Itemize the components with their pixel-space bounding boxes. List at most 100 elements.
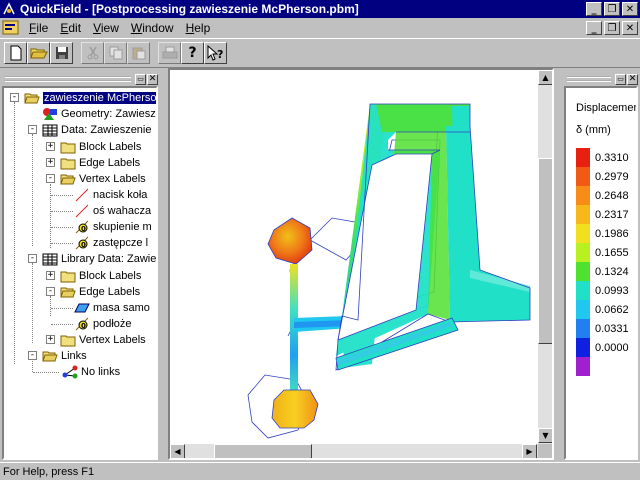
legend-swatch (576, 281, 590, 300)
status-text: For Help, press F1 (3, 465, 95, 478)
red-line-icon (74, 204, 90, 218)
horizontal-scroll-thumb[interactable] (214, 444, 312, 458)
legend-entry (576, 357, 595, 376)
lower-wheel (271, 389, 319, 429)
legend-swatch (576, 262, 590, 281)
paste-icon[interactable] (127, 42, 150, 64)
menu-window[interactable]: Window (125, 21, 180, 35)
legend-pane-close-button[interactable]: ✕ (627, 73, 638, 85)
legend-swatch (576, 338, 590, 357)
problem-tree[interactable]: - zawieszenie McPherson Geometry: Zawies… (2, 86, 158, 460)
vertical-scroll-thumb[interactable] (538, 158, 552, 344)
legend-value: 0.1655 (595, 246, 629, 259)
close-button[interactable]: ✕ (622, 2, 638, 16)
open-folder-icon (60, 285, 76, 299)
tree-vertex-label-1[interactable]: nacisk koła (74, 187, 147, 203)
tree-root-node[interactable]: - zawieszenie McPherson (8, 90, 156, 106)
menu-help[interactable]: Help (180, 21, 217, 35)
collapse-icon[interactable]: - (28, 125, 37, 134)
doc-close-button[interactable]: ✕ (622, 21, 638, 35)
legend-entry: 0.0000 (576, 338, 629, 357)
quickfield-app-icon[interactable] (1, 1, 17, 17)
collapse-icon[interactable]: - (46, 174, 55, 183)
legend-swatch (576, 167, 590, 186)
tree-data-edge-labels[interactable]: + Edge Labels (44, 155, 140, 171)
scroll-right-arrow-icon[interactable]: ▶ (522, 444, 537, 458)
open-folder-icon[interactable] (27, 42, 50, 64)
legend-pane-header[interactable]: ▭ ✕ (564, 73, 638, 85)
tree-lib-vertex-labels[interactable]: + Vertex Labels (44, 332, 146, 348)
legend-entry: 0.0662 (576, 300, 629, 319)
edge-label-icon (74, 301, 90, 315)
new-document-icon[interactable] (4, 42, 27, 64)
scissors-icon[interactable] (81, 42, 104, 64)
tree-lib-edge-labels[interactable]: - Edge Labels (44, 284, 140, 300)
tree-data-block-labels[interactable]: + Block Labels (44, 139, 141, 155)
legend-entry: 0.1655 (576, 243, 629, 262)
folder-icon (60, 156, 76, 170)
postprocessing-view[interactable]: ▲ ▼ ◀ ▶ (168, 68, 554, 460)
copy-icon[interactable] (104, 42, 127, 64)
legend-entry: 0.0331 (576, 319, 629, 338)
save-disk-icon[interactable] (50, 42, 73, 64)
scroll-up-arrow-icon[interactable]: ▲ (538, 70, 552, 85)
scroll-left-arrow-icon[interactable]: ◀ (170, 444, 185, 458)
collapse-icon[interactable]: - (46, 287, 55, 296)
menu-file[interactable]: File (23, 21, 54, 35)
doc-minimize-button[interactable]: _ (586, 21, 602, 35)
legend-swatch (576, 319, 590, 338)
tree-library-node[interactable]: - Library Data: Zawie (26, 251, 156, 267)
legend-swatch (576, 300, 590, 319)
tree-root-label: zawieszenie McPherson (43, 92, 156, 104)
collapse-icon[interactable]: - (28, 254, 37, 263)
expand-icon[interactable]: + (46, 158, 55, 167)
context-help-icon[interactable]: ? (204, 42, 227, 64)
menu-view[interactable]: View (87, 21, 125, 35)
tree-lib-block-labels[interactable]: + Block Labels (44, 268, 141, 284)
expand-icon[interactable]: + (46, 335, 55, 344)
help-question-icon[interactable]: ? (181, 42, 204, 64)
tree-vertex-label-2[interactable]: oś wahacza (74, 203, 151, 219)
legend-entry: 0.0993 (576, 281, 629, 300)
table-icon (42, 252, 58, 266)
geometry-icon (42, 107, 58, 121)
document-system-icon[interactable] (2, 19, 20, 37)
toolbar: ? ? (0, 38, 640, 68)
tree-edge-label-1[interactable]: masa samo (74, 300, 150, 316)
tree-pane-header[interactable]: ▭ ✕ (2, 73, 158, 85)
legend-value: 0.3310 (595, 151, 629, 164)
tree-data-vertex-labels[interactable]: - Vertex Labels (44, 171, 146, 187)
legend-unit: δ (mm) (576, 124, 611, 136)
folder-icon (60, 333, 76, 347)
tree-geometry-node[interactable]: Geometry: Zawieszenie (42, 106, 156, 122)
legend-swatch (576, 186, 590, 205)
restore-button[interactable]: ❐ (604, 2, 620, 16)
red-line-icon (74, 188, 90, 202)
tree-edge-label-2[interactable]: 0 podłoże (74, 316, 132, 332)
tree-vertex-label-3[interactable]: 0 skupienie m (74, 219, 152, 235)
table-icon (42, 123, 58, 137)
tree-no-links[interactable]: No links (62, 364, 120, 380)
displacement-plot[interactable] (170, 70, 538, 444)
minimize-button[interactable]: _ (586, 2, 602, 16)
force-vertex-icon: 0 (74, 317, 90, 331)
expand-icon[interactable]: + (46, 271, 55, 280)
tree-links-node[interactable]: - Links (26, 348, 87, 364)
expand-icon[interactable]: + (46, 142, 55, 151)
collapse-icon[interactable]: - (28, 351, 37, 360)
open-folder-icon (42, 349, 58, 363)
doc-restore-button[interactable]: ❐ (604, 21, 620, 35)
legend-value: 0.2317 (595, 208, 629, 221)
scroll-down-arrow-icon[interactable]: ▼ (538, 428, 552, 443)
open-folder-icon (60, 172, 76, 186)
menu-edit[interactable]: Edit (54, 21, 87, 35)
printer-icon[interactable] (158, 42, 181, 64)
tree-vertex-label-4[interactable]: 0 zastępcze l (74, 235, 148, 251)
tree-pane-close-button[interactable]: ✕ (147, 73, 158, 85)
tree-data-node[interactable]: - Data: Zawieszenie (26, 122, 152, 138)
legend-swatch (576, 148, 590, 167)
legend-pane-restore-button[interactable]: ▭ (615, 73, 626, 85)
tree-pane-restore-button[interactable]: ▭ (135, 73, 146, 85)
collapse-icon[interactable]: - (10, 93, 19, 102)
legend-value: 0.2979 (595, 170, 629, 183)
